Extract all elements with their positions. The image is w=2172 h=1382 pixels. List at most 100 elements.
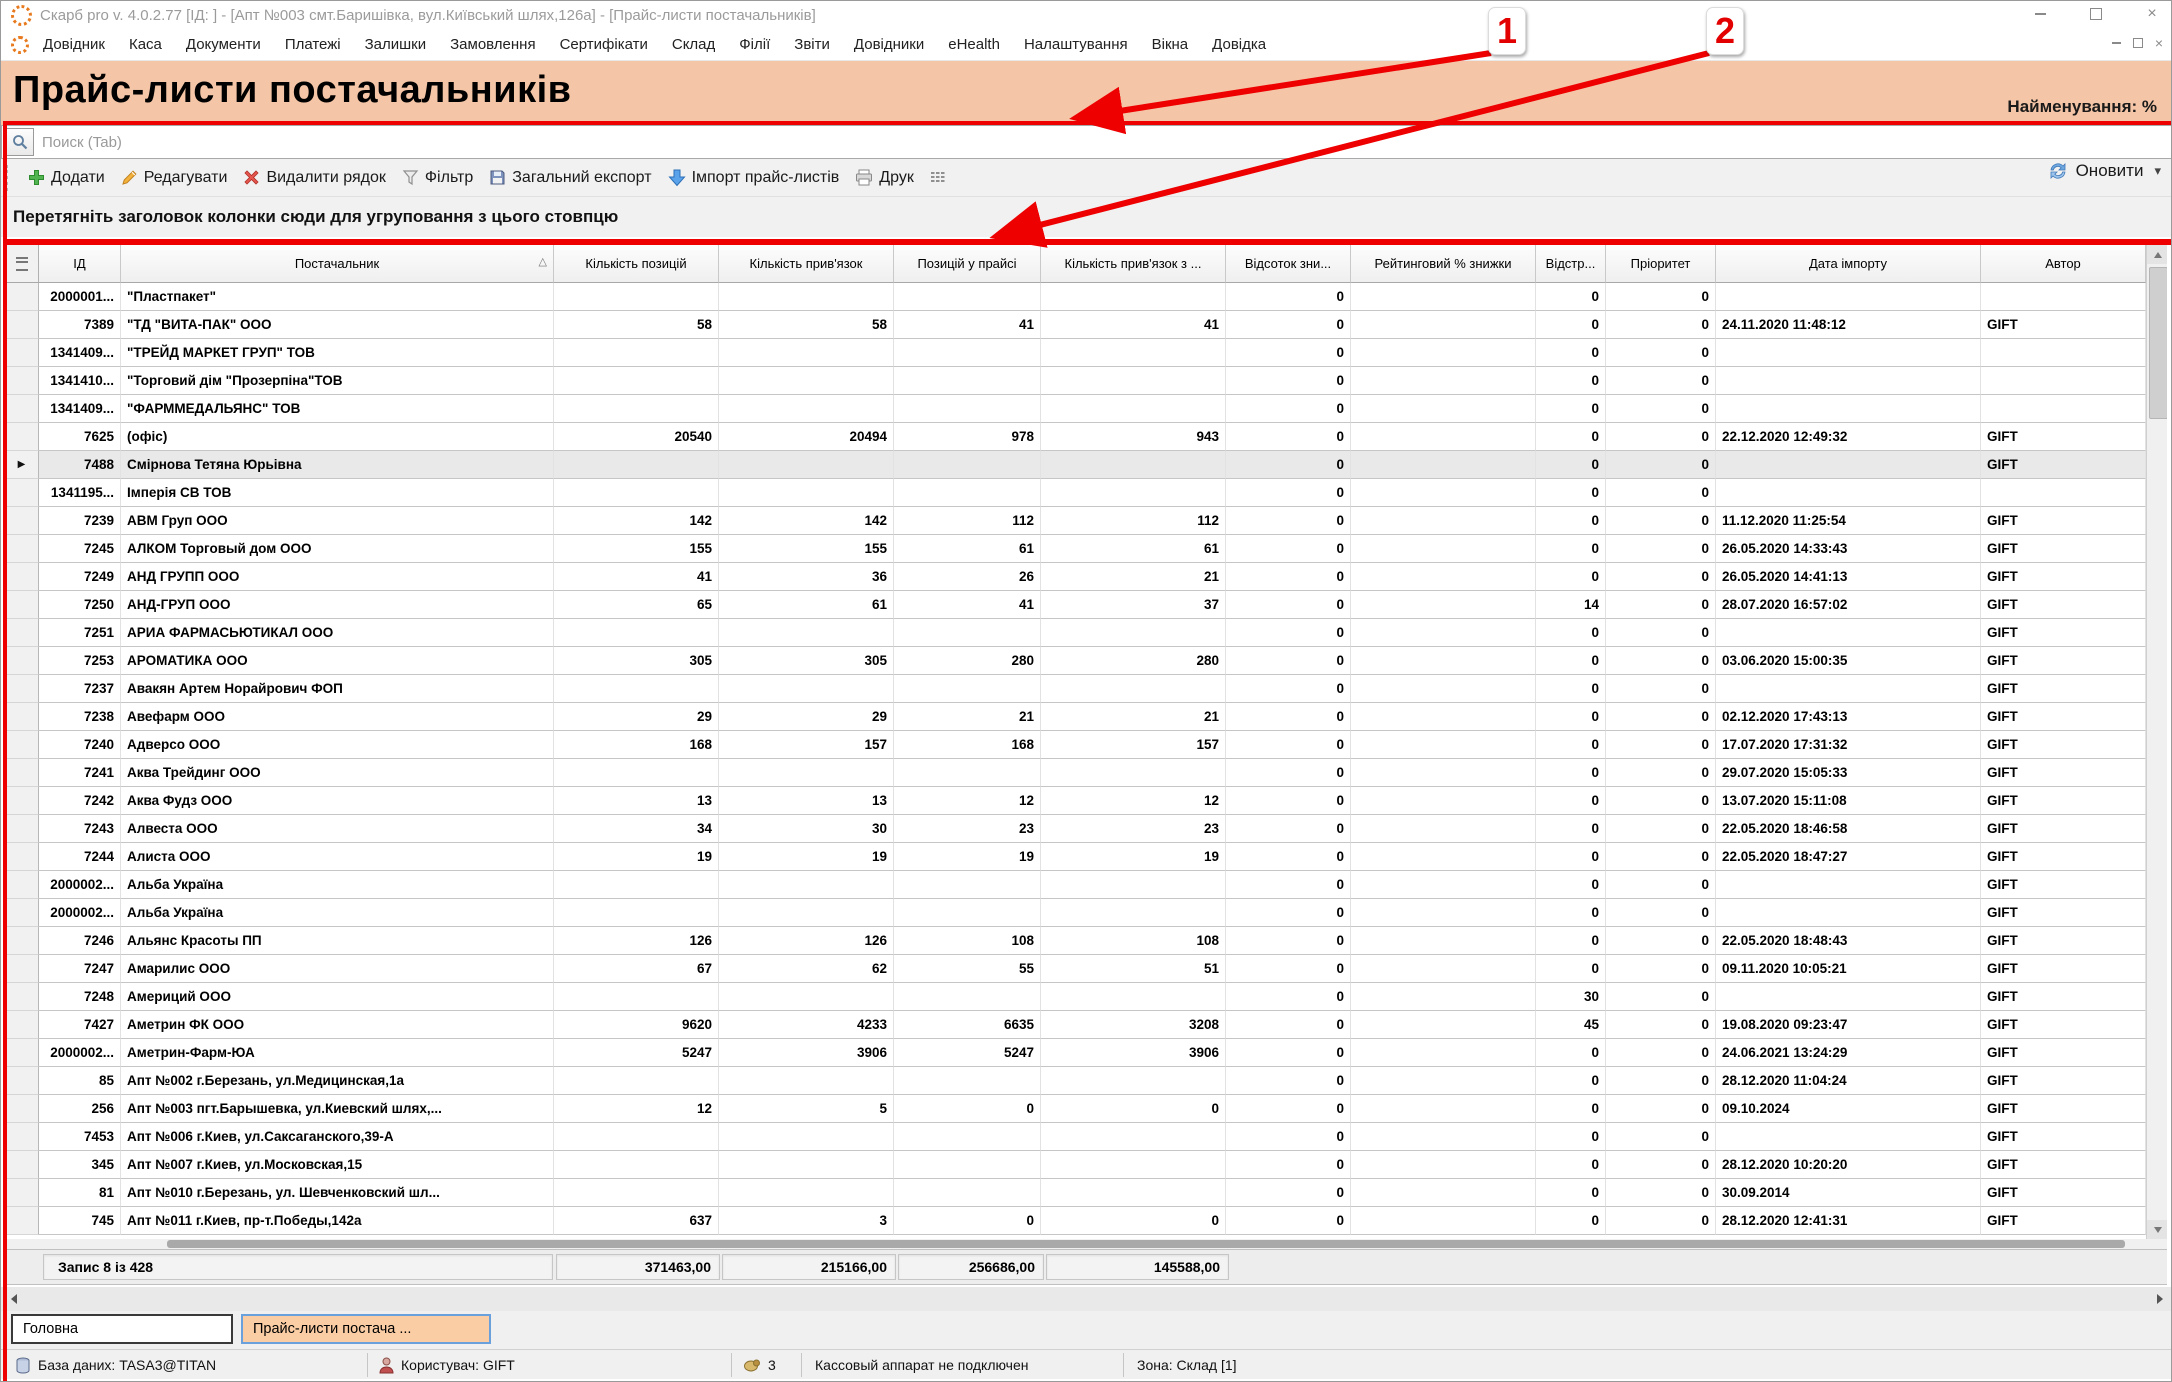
cell[interactable]: 7244 (39, 843, 121, 871)
cell[interactable]: 30.09.2014 (1716, 1179, 1981, 1207)
cell[interactable]: 13.07.2020 15:11:08 (1716, 787, 1981, 815)
cell[interactable]: GIFT (1981, 955, 2146, 983)
cell[interactable]: 0 (1226, 591, 1351, 619)
cell[interactable]: 0 (1606, 479, 1716, 507)
cell[interactable]: GIFT (1981, 1207, 2146, 1235)
table-row[interactable]: 81Апт №010 г.Березань, ул. Шевченковский… (5, 1179, 2167, 1207)
cell[interactable]: 26.05.2020 14:41:13 (1716, 563, 1981, 591)
cell[interactable]: 7253 (39, 647, 121, 675)
cell[interactable] (1041, 899, 1226, 927)
cell[interactable] (1351, 1151, 1536, 1179)
cell[interactable]: 20494 (719, 423, 894, 451)
cell[interactable] (1041, 1151, 1226, 1179)
row-header-cell[interactable] (5, 899, 39, 927)
row-header-cell[interactable] (5, 731, 39, 759)
column-header[interactable]: Кількість прив'язок (719, 245, 894, 283)
cell[interactable]: 24.06.2021 13:24:29 (1716, 1039, 1981, 1067)
cell[interactable]: 0 (1226, 759, 1351, 787)
cell[interactable] (1351, 367, 1536, 395)
cell[interactable]: Апт №002 г.Березань, ул.Медицинская,1а (121, 1067, 554, 1095)
tab-home[interactable]: Головна (11, 1314, 233, 1344)
cell[interactable] (1716, 1123, 1981, 1151)
row-header-cell[interactable] (5, 591, 39, 619)
horizontal-scrollbar[interactable] (1, 1287, 2172, 1311)
table-row[interactable]: 345Апт №007 г.Киев, ул.Московская,150002… (5, 1151, 2167, 1179)
cell[interactable]: 03.06.2020 15:00:35 (1716, 647, 1981, 675)
cell[interactable]: 58 (719, 311, 894, 339)
cell[interactable]: 0 (1606, 647, 1716, 675)
export-button[interactable]: Загальний експорт (481, 165, 659, 191)
cell[interactable]: 0 (1226, 647, 1351, 675)
cell[interactable]: 19 (554, 843, 719, 871)
cell[interactable] (1351, 815, 1536, 843)
cell[interactable]: 1341410... (39, 367, 121, 395)
scroll-right-button[interactable] (2149, 1287, 2171, 1311)
selected-row-marker[interactable]: ▶ (5, 451, 39, 479)
cell[interactable]: 0 (1536, 1207, 1606, 1235)
cell[interactable]: 0 (1226, 955, 1351, 983)
cell[interactable] (1351, 339, 1536, 367)
cell[interactable]: 13 (719, 787, 894, 815)
cell[interactable] (894, 983, 1041, 1011)
cell[interactable]: 21 (1041, 563, 1226, 591)
cell[interactable]: 30 (1536, 983, 1606, 1011)
mdi-restore-icon[interactable] (2133, 38, 2143, 48)
cell[interactable] (894, 1179, 1041, 1207)
cell[interactable] (719, 1123, 894, 1151)
cell[interactable] (1351, 1179, 1536, 1207)
row-header-cell[interactable] (5, 339, 39, 367)
cell[interactable]: Смірнова Тетяна Юрьівна (121, 451, 554, 479)
table-row[interactable]: 1341409..."ФАРММЕДАЛЬЯНС" ТОВ000 (5, 395, 2167, 423)
table-row[interactable]: 1341410..."Торговий дім "Прозерпіна"ТОВ0… (5, 367, 2167, 395)
row-header-cell[interactable] (5, 535, 39, 563)
table-row[interactable]: 2000002...Альба Україна000GIFT (5, 871, 2167, 899)
table-row[interactable]: ▶7488Смірнова Тетяна Юрьівна000GIFT (5, 451, 2167, 479)
cell[interactable] (1041, 871, 1226, 899)
cell[interactable]: 0 (1226, 815, 1351, 843)
cell[interactable] (1981, 367, 2146, 395)
mdi-close-icon[interactable]: × (2155, 35, 2163, 51)
cell[interactable]: 0 (1226, 899, 1351, 927)
cell[interactable]: 0 (1606, 507, 1716, 535)
cell[interactable]: 7248 (39, 983, 121, 1011)
cell[interactable]: GIFT (1981, 1123, 2146, 1151)
table-row[interactable]: 7244Алиста ООО1919191900022.05.2020 18:4… (5, 843, 2167, 871)
cell[interactable] (1716, 899, 1981, 927)
cell[interactable]: 0 (1606, 367, 1716, 395)
cell[interactable]: GIFT (1981, 1179, 2146, 1207)
cell[interactable] (894, 479, 1041, 507)
cell[interactable] (1351, 1095, 1536, 1123)
cell[interactable]: 7238 (39, 703, 121, 731)
table-row[interactable]: 1341195...Імперія СВ ТОВ000 (5, 479, 2167, 507)
cell[interactable]: 0 (1536, 1039, 1606, 1067)
cell[interactable]: 0 (1226, 311, 1351, 339)
cell[interactable]: GIFT (1981, 787, 2146, 815)
row-header-cell[interactable] (5, 647, 39, 675)
cell[interactable]: 0 (1606, 339, 1716, 367)
cell[interactable]: 2000002... (39, 1039, 121, 1067)
cell[interactable]: 157 (719, 731, 894, 759)
cell[interactable]: 0 (1606, 675, 1716, 703)
table-row[interactable]: 7246Альянс Красоты ПП12612610810800022.0… (5, 927, 2167, 955)
cell[interactable]: GIFT (1981, 899, 2146, 927)
cell[interactable]: 0 (1226, 1039, 1351, 1067)
cell[interactable]: 12 (894, 787, 1041, 815)
cell[interactable]: GIFT (1981, 507, 2146, 535)
minimize-button[interactable] (2025, 3, 2055, 25)
table-row[interactable]: 2000001..."Пластпакет"000 (5, 283, 2167, 311)
cell[interactable]: 0 (1226, 535, 1351, 563)
cell[interactable]: GIFT (1981, 703, 2146, 731)
cell[interactable]: 637 (554, 1207, 719, 1235)
menu-item[interactable]: Довідка (1212, 36, 1266, 53)
table-row[interactable]: 7253АРОМАТИКА ООО30530528028000003.06.20… (5, 647, 2167, 675)
cell[interactable] (1351, 899, 1536, 927)
column-header[interactable]: Постачальник△ (121, 245, 554, 283)
cell[interactable]: GIFT (1981, 591, 2146, 619)
cell[interactable]: 0 (1606, 619, 1716, 647)
cell[interactable]: 85 (39, 1067, 121, 1095)
add-button[interactable]: Додати (20, 165, 113, 191)
cell[interactable]: АВМ Груп ООО (121, 507, 554, 535)
grid-horizontal-scrollbar[interactable] (5, 1239, 2167, 1249)
row-header-cell[interactable] (5, 815, 39, 843)
cell[interactable] (719, 899, 894, 927)
